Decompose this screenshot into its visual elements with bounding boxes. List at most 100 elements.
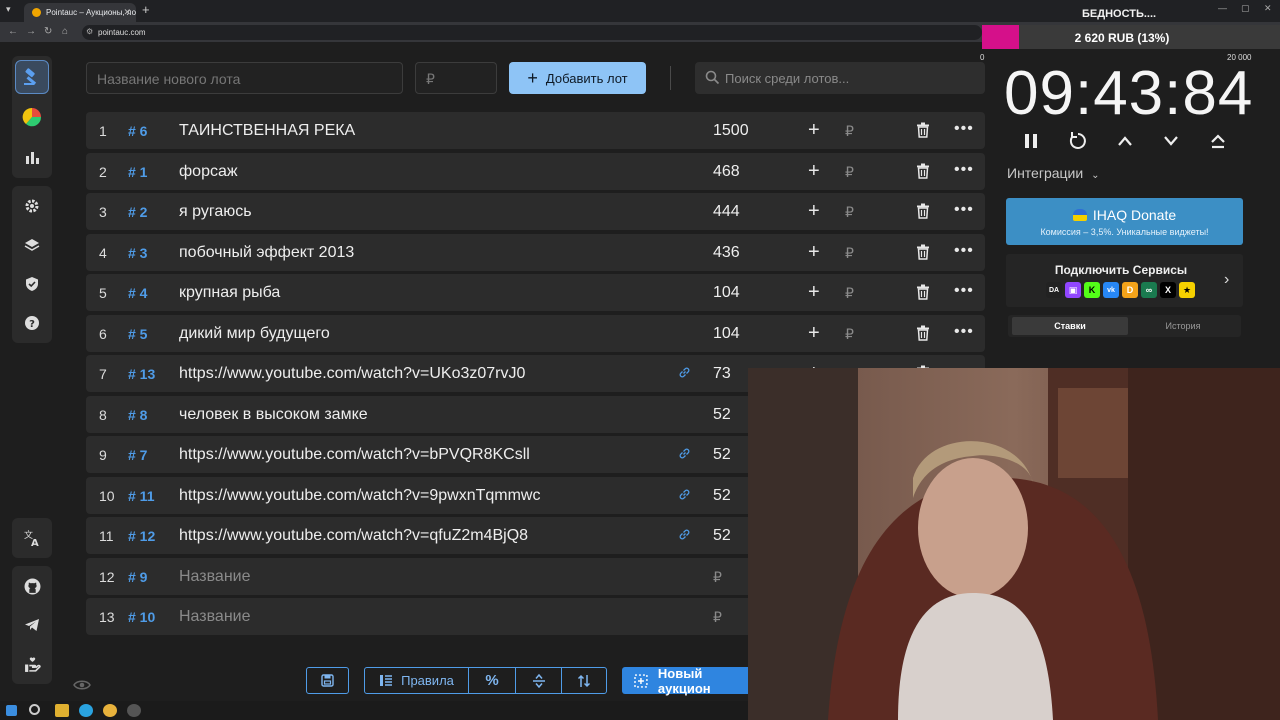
more-options-button[interactable]: •••	[954, 242, 974, 260]
site-info-icon[interactable]: ⚙	[86, 27, 93, 36]
lot-name-input[interactable]: форсаж	[179, 163, 238, 181]
delete-lot-button[interactable]	[916, 284, 930, 305]
lot-name-input[interactable]: дикий мир будущего	[179, 325, 330, 343]
telegram-taskbar-icon[interactable]	[79, 704, 93, 717]
delete-lot-button[interactable]	[916, 122, 930, 143]
more-options-button[interactable]: •••	[954, 161, 974, 179]
link-icon[interactable]	[678, 447, 691, 465]
rub-input[interactable]: ₽	[713, 609, 722, 626]
lot-name-input[interactable]: побочный эффект 2013	[179, 244, 354, 262]
lot-name-input[interactable]: Название	[179, 608, 251, 626]
more-options-button[interactable]: •••	[954, 120, 974, 138]
reload-icon[interactable]: ↻	[44, 26, 52, 37]
more-options-button[interactable]: •••	[954, 282, 974, 300]
more-options-button[interactable]: •••	[954, 201, 974, 219]
rub-input[interactable]: ₽	[845, 245, 854, 262]
link-icon[interactable]	[678, 488, 691, 506]
sidebar-github-button[interactable]	[15, 569, 49, 603]
rub-input[interactable]: ₽	[845, 204, 854, 221]
rules-button[interactable]: Правила	[364, 667, 469, 694]
sidebar-security-button[interactable]	[15, 267, 49, 301]
donatepay-icon: D	[1122, 282, 1138, 298]
sort-button[interactable]	[561, 667, 607, 694]
lot-name-input[interactable]: ТАИНСТВЕННАЯ РЕКА	[179, 122, 355, 140]
tab-history[interactable]: История	[1128, 317, 1238, 335]
integrations-dropdown[interactable]: Интеграции ⌄	[1007, 165, 1099, 181]
delete-lot-button[interactable]	[916, 203, 930, 224]
add-amount-button[interactable]: +	[808, 242, 820, 262]
explorer-icon[interactable]	[55, 704, 69, 717]
back-icon[interactable]: ←	[8, 26, 18, 37]
percent-button[interactable]: %	[468, 667, 516, 694]
sidebar-layers-button[interactable]	[15, 228, 49, 262]
close-window-icon[interactable]: ✕	[1264, 3, 1272, 14]
sidebar-settings-button[interactable]	[15, 189, 49, 223]
new-lot-name-input[interactable]: Название нового лота	[86, 62, 403, 94]
lot-name-input[interactable]: крупная рыба	[179, 284, 280, 302]
close-tab-icon[interactable]: ✕	[123, 7, 131, 18]
link-icon[interactable]	[678, 528, 691, 546]
lot-name-input[interactable]: https://www.youtube.com/watch?v=bPVQR8KC…	[179, 446, 530, 464]
add-lot-button[interactable]: + Добавить лот	[509, 62, 646, 94]
add-amount-button[interactable]: +	[808, 282, 820, 302]
sidebar-auction-button[interactable]	[15, 60, 49, 94]
sidebar-language-button[interactable]: 文A	[15, 521, 49, 555]
delete-lot-button[interactable]	[916, 244, 930, 265]
rub-input[interactable]: ₽	[713, 569, 722, 586]
sidebar-donate-button[interactable]	[15, 647, 49, 681]
new-lot-price-input[interactable]: ₽	[415, 62, 497, 94]
lot-search-input[interactable]: Поиск среди лотов...	[695, 62, 985, 94]
delete-lot-button[interactable]	[916, 325, 930, 346]
more-options-button[interactable]: •••	[954, 323, 974, 341]
obs-icon[interactable]	[127, 704, 141, 717]
split-button[interactable]	[515, 667, 562, 694]
new-auction-icon	[634, 673, 648, 688]
auction-timer: 09:43:84	[1004, 59, 1254, 128]
rub-input[interactable]: ₽	[845, 164, 854, 181]
lot-name-input[interactable]: https://www.youtube.com/watch?v=UKo3z07r…	[179, 365, 525, 383]
url-field[interactable]: ⚙ pointauc.com	[82, 25, 982, 40]
visibility-toggle[interactable]	[73, 678, 91, 696]
forward-icon[interactable]: →	[26, 26, 36, 37]
link-icon[interactable]	[678, 366, 691, 384]
search-taskbar-icon[interactable]	[29, 704, 40, 715]
add-amount-button[interactable]: +	[808, 120, 820, 140]
sidebar-telegram-button[interactable]	[15, 608, 49, 642]
add-amount-button[interactable]: +	[808, 201, 820, 221]
sidebar-help-button[interactable]: ?	[15, 306, 49, 340]
lot-name-input[interactable]: Название	[179, 568, 251, 586]
add-amount-button[interactable]: +	[808, 161, 820, 181]
sidebar-wheel-button[interactable]	[15, 100, 49, 134]
rub-input[interactable]: ₽	[845, 285, 854, 302]
trash-icon	[917, 122, 929, 138]
reset-timer-button[interactable]	[1066, 130, 1090, 152]
svg-text:?: ?	[29, 319, 35, 330]
minimize-icon[interactable]: —	[1218, 3, 1227, 13]
ihaq-donate-card[interactable]: IHAQ Donate Комиссия – 3,5%. Уникальные …	[1006, 198, 1243, 245]
chrome-icon[interactable]	[103, 704, 117, 717]
new-auction-button[interactable]: Новый аукцион	[622, 666, 758, 696]
add-time-button[interactable]	[1113, 130, 1137, 152]
rub-input[interactable]: ₽	[845, 326, 854, 343]
tab-list-icon[interactable]: ▾	[6, 4, 11, 15]
pause-button[interactable]	[1019, 130, 1043, 152]
rub-input[interactable]: ₽	[845, 123, 854, 140]
save-button[interactable]	[306, 667, 349, 694]
connect-services-card[interactable]: Подключить Сервисы DA ▣ K vk D ∞ X ★ ›	[1006, 254, 1243, 307]
sidebar-stats-button[interactable]	[15, 140, 49, 174]
subtract-time-button[interactable]	[1159, 130, 1183, 152]
tab-bets[interactable]: Ставки	[1012, 317, 1128, 335]
browser-tab[interactable]: Pointauc – Аукционы, лотереи ✕	[24, 3, 136, 22]
lot-name-input[interactable]: я ругаюсь	[179, 203, 252, 221]
eye-icon	[73, 680, 91, 690]
lot-name-input[interactable]: https://www.youtube.com/watch?v=9pwxnTqm…	[179, 487, 540, 505]
home-icon[interactable]: ⌂	[62, 26, 68, 37]
delete-lot-button[interactable]	[916, 163, 930, 184]
lot-name-input[interactable]: https://www.youtube.com/watch?v=qfuZ2m4B…	[179, 527, 528, 545]
start-icon[interactable]	[6, 705, 17, 716]
maximize-icon[interactable]: ▢	[1241, 3, 1250, 14]
lot-name-input[interactable]: человек в высоком замке	[179, 406, 368, 424]
new-tab-icon[interactable]: +	[142, 2, 150, 17]
double-time-button[interactable]	[1206, 130, 1230, 152]
add-amount-button[interactable]: +	[808, 323, 820, 343]
